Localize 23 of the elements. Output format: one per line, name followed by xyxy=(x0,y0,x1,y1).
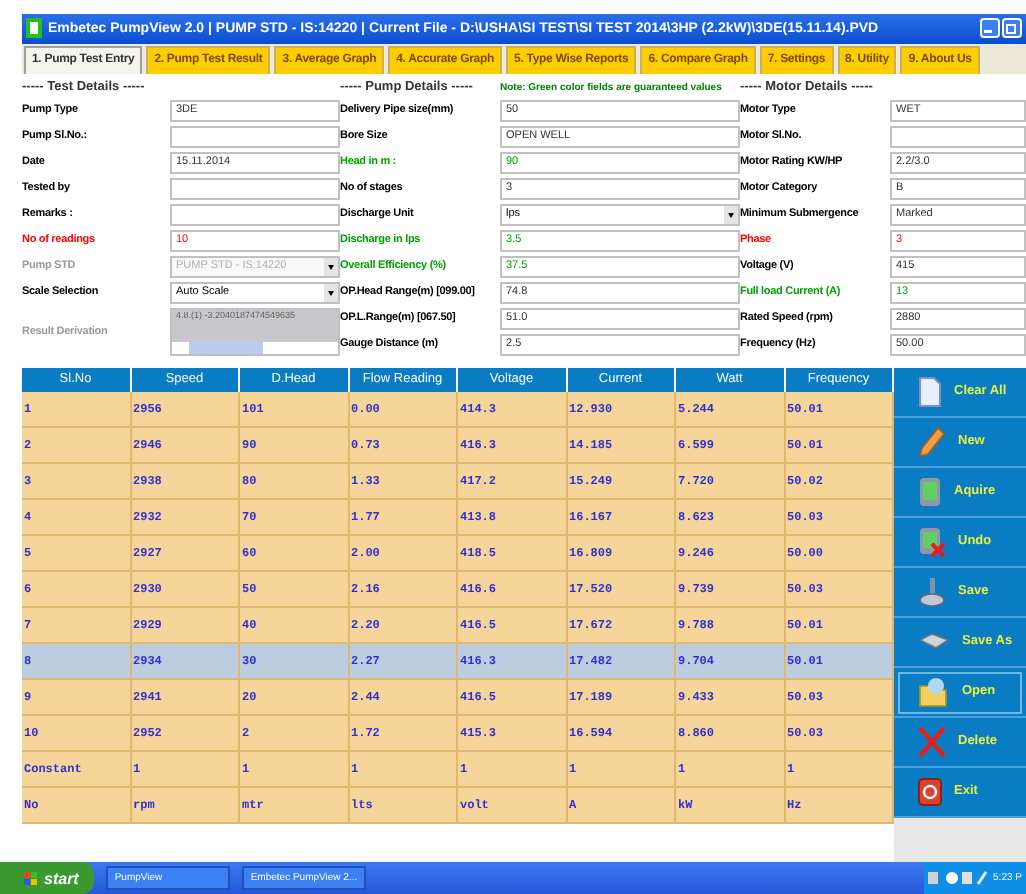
pencil-icon xyxy=(918,425,946,458)
folder-icon xyxy=(918,675,950,708)
restore-button[interactable] xyxy=(1002,18,1022,39)
minimize-button[interactable] xyxy=(980,18,1000,39)
input-field[interactable] xyxy=(170,203,340,226)
device-icon xyxy=(918,475,942,508)
document-icon xyxy=(918,375,942,408)
caret-icon xyxy=(324,257,338,276)
restore-icon xyxy=(1006,22,1018,35)
power-icon xyxy=(918,777,942,806)
tray-icons xyxy=(927,870,988,886)
caret-icon xyxy=(324,283,338,302)
app-icon xyxy=(26,18,42,39)
device-cross-icon xyxy=(918,525,946,558)
input-field[interactable] xyxy=(890,125,1026,148)
windows-logo-icon xyxy=(24,871,38,885)
caret-icon xyxy=(724,205,738,224)
input-field[interactable] xyxy=(170,177,340,200)
drive-icon xyxy=(918,631,950,652)
input-field[interactable] xyxy=(170,125,340,148)
start-button[interactable]: start xyxy=(0,862,95,894)
joystick-icon xyxy=(918,575,946,608)
cross-icon xyxy=(918,725,946,758)
